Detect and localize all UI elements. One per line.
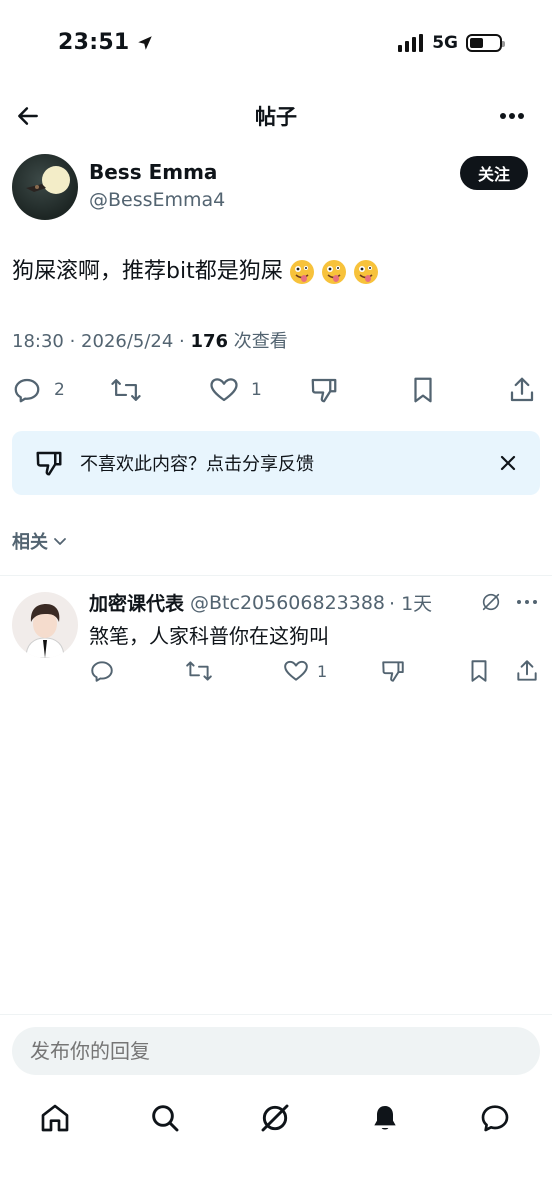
reply-repost-action[interactable]	[185, 656, 213, 686]
location-arrow-icon	[137, 35, 152, 50]
share-icon	[517, 660, 537, 681]
view-count: 176	[190, 331, 229, 352]
zany-face-emoji-icon	[321, 260, 346, 284]
signal-icon	[398, 34, 424, 52]
thumbs-down-icon	[36, 451, 62, 476]
grok-icon	[261, 1104, 289, 1132]
reply-icon	[91, 661, 113, 682]
grok-icon[interactable]	[480, 591, 502, 613]
status-indicators: 5G	[398, 33, 505, 53]
reply-like-count: 1	[317, 661, 328, 681]
bookmark-icon	[414, 377, 432, 403]
battery-icon	[466, 34, 505, 52]
thumbs-down-icon	[311, 378, 337, 403]
moon-scene-image	[26, 166, 70, 194]
reply-input[interactable]	[12, 1027, 540, 1075]
close-icon[interactable]	[498, 453, 518, 473]
post-timestamp: 18:30 · 2026/5/24 ·	[12, 331, 191, 352]
boy-portrait-image	[25, 604, 65, 658]
feedback-text: 不喜欢此内容？点击分享反馈	[80, 454, 314, 475]
post-text-content: 狗屎滚啊，推荐bit都是狗屎	[12, 259, 283, 284]
reply-avatar[interactable]	[12, 592, 78, 658]
related-label: 相关	[12, 532, 48, 553]
reply-bookmark-action[interactable]	[466, 656, 492, 686]
reply-share-action[interactable]	[514, 656, 540, 686]
tab-messages[interactable]	[477, 1100, 513, 1136]
more-options-button[interactable]	[496, 104, 528, 128]
share-icon	[510, 377, 534, 402]
status-time: 23:51	[58, 30, 154, 55]
reply-author-name[interactable]: 加密课代表	[89, 589, 184, 616]
like-action[interactable]: 1	[209, 372, 262, 408]
reply-text: 煞笔，人家科普你在这狗叫	[89, 624, 329, 648]
author-name[interactable]: Bess Emma	[89, 160, 217, 184]
share-action[interactable]	[507, 372, 537, 408]
bookmark-action[interactable]	[408, 372, 438, 408]
like-count: 1	[251, 380, 262, 400]
repost-icon	[186, 661, 212, 681]
status-time-text: 23:51	[58, 30, 130, 55]
reply-icon	[14, 378, 40, 403]
reply-time: · 1天	[389, 593, 433, 615]
page-title: 帖子	[255, 105, 297, 129]
feedback-banner[interactable]: 不喜欢此内容？点击分享反馈	[12, 431, 540, 495]
follow-button[interactable]: 关注	[459, 156, 528, 190]
tab-home[interactable]	[37, 1100, 73, 1136]
more-dots-icon[interactable]	[516, 598, 538, 606]
network-label: 5G	[432, 33, 458, 53]
chevron-down-icon	[54, 538, 66, 545]
reply-count: 2	[54, 380, 65, 400]
related-sort-button[interactable]: 相关	[12, 528, 68, 554]
author-avatar[interactable]	[12, 154, 78, 220]
dislike-action[interactable]	[309, 372, 339, 408]
reply-dislike-action[interactable]	[380, 656, 406, 686]
home-icon	[41, 1104, 69, 1132]
reply-like-action[interactable]: 1	[283, 656, 327, 686]
reply-author-handle[interactable]: @Btc205606823388	[190, 592, 385, 614]
battery-fill	[470, 38, 483, 48]
divider	[0, 575, 552, 576]
reply-action[interactable]: 2	[12, 372, 65, 408]
heart-icon	[210, 378, 238, 402]
bell-icon	[374, 1106, 396, 1130]
repost-action[interactable]	[110, 372, 142, 408]
reply-header: 加密课代表 @Btc205606823388 · 1天	[89, 589, 432, 616]
heart-icon	[284, 660, 308, 681]
chat-bubble-icon	[481, 1105, 509, 1132]
post-text: 狗屎滚啊，推荐bit都是狗屎	[12, 256, 379, 288]
tab-notifications[interactable]	[367, 1100, 403, 1136]
tab-search[interactable]	[147, 1100, 183, 1136]
divider	[0, 1014, 552, 1015]
author-handle[interactable]: @BessEmma4	[89, 189, 225, 211]
thumbs-down-icon	[382, 661, 404, 682]
post-meta: 18:30 · 2026/5/24 · 176 次查看	[12, 327, 288, 353]
views-label: 次查看	[228, 331, 288, 352]
more-dots-icon	[500, 113, 524, 119]
search-icon	[152, 1105, 179, 1132]
zany-face-emoji-icon	[353, 260, 378, 284]
zany-face-emoji-icon	[289, 260, 314, 284]
repost-icon	[111, 379, 141, 401]
reply-reply-action[interactable]	[89, 656, 115, 686]
bookmark-icon	[471, 660, 487, 682]
tab-grok[interactable]	[257, 1100, 293, 1136]
